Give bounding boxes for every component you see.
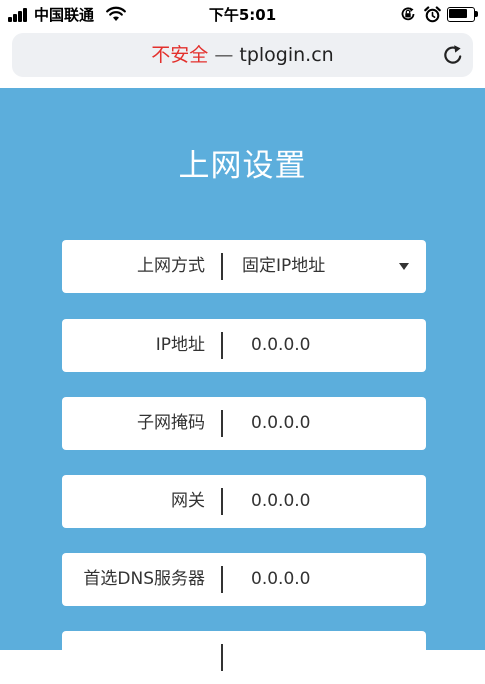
field-divider: [221, 410, 223, 437]
field-label-gateway: 网关: [171, 491, 205, 511]
field-label-subnet-mask: 子网掩码: [137, 413, 205, 433]
rotation-lock-icon: [401, 7, 415, 21]
address-separator: —: [214, 44, 234, 66]
status-bar: 中国联通 下午5:01: [0, 0, 485, 30]
gateway-row: 网关 0.0.0.0: [62, 475, 426, 528]
ip-address-row: IP地址 0.0.0.0: [62, 319, 426, 372]
alarm-clock-icon: [424, 6, 441, 23]
router-settings-page: 上网设置 上网方式 固定IP地址 IP地址 0.0.0.0 子网掩码 0.0.0…: [0, 88, 485, 684]
ip-address-input[interactable]: 0.0.0.0: [251, 319, 310, 372]
field-divider: [221, 253, 223, 280]
connection-type-value[interactable]: 固定IP地址: [242, 240, 325, 293]
primary-dns-input[interactable]: 0.0.0.0: [251, 553, 310, 606]
url-domain: tplogin.cn: [239, 44, 334, 66]
gateway-input[interactable]: 0.0.0.0: [251, 475, 310, 528]
chevron-down-icon[interactable]: [399, 263, 409, 270]
browser-toolbar: 不安全 — tplogin.cn: [0, 30, 485, 88]
page-title: 上网设置: [178, 148, 307, 184]
subnet-mask-input[interactable]: 0.0.0.0: [251, 397, 310, 450]
battery-level: [449, 9, 467, 18]
battery-icon: [447, 7, 479, 22]
field-divider: [221, 488, 223, 515]
field-divider: [221, 332, 223, 359]
address-text[interactable]: 不安全 — tplogin.cn: [12, 43, 473, 67]
field-divider: [221, 644, 223, 671]
primary-dns-row: 首选DNS服务器 0.0.0.0: [62, 553, 426, 606]
field-label-primary-dns: 首选DNS服务器: [83, 569, 205, 589]
field-label-connection-type: 上网方式: [137, 256, 205, 276]
field-divider: [221, 566, 223, 593]
connection-type-select[interactable]: 上网方式 固定IP地址: [62, 240, 426, 293]
address-bar[interactable]: 不安全 — tplogin.cn: [12, 33, 473, 77]
field-label-ip-address: IP地址: [155, 335, 205, 355]
secondary-dns-row: [62, 631, 426, 684]
subnet-mask-row: 子网掩码 0.0.0.0: [62, 397, 426, 450]
security-warning-label: 不安全: [151, 44, 209, 66]
reload-icon[interactable]: [442, 44, 464, 66]
